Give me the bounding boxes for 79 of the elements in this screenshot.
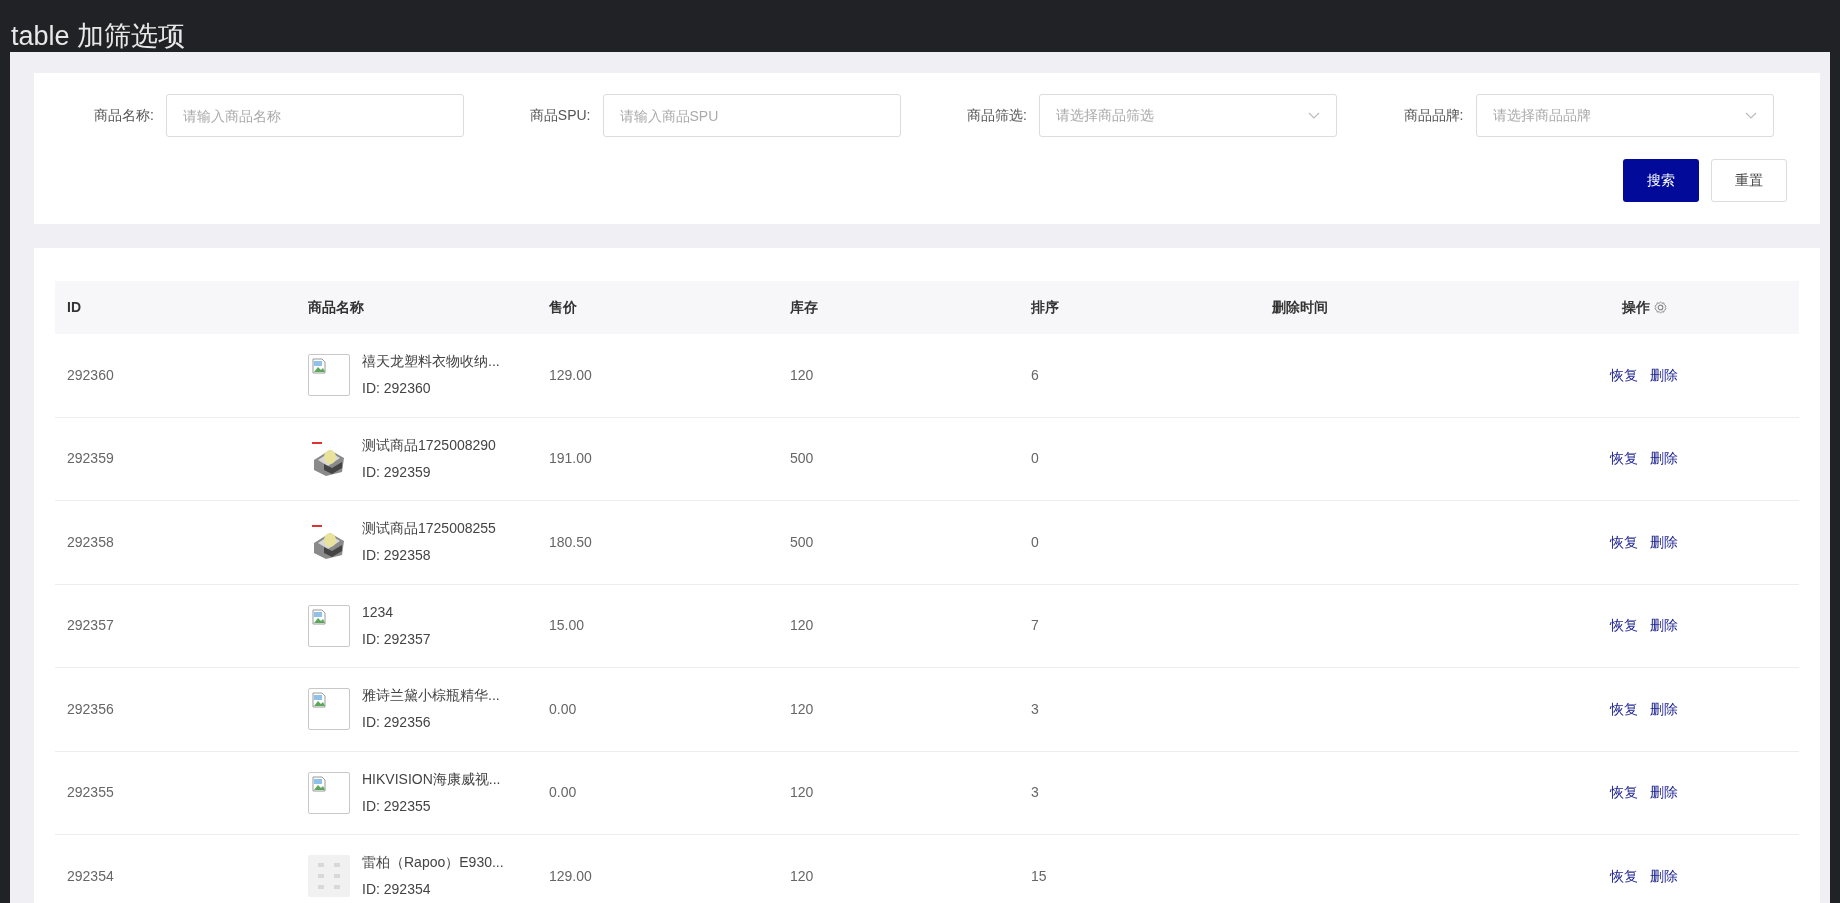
broken-image-icon: [308, 354, 350, 397]
table-cell-text: 120: [789, 866, 815, 886]
table-cell-text: 180.50: [548, 532, 593, 552]
restore-link[interactable]: 恢复: [1610, 531, 1638, 553]
table-cell-text: 129.00: [548, 866, 593, 886]
page-title: table 加筛选项: [11, 23, 186, 50]
delete-link[interactable]: 删除: [1650, 698, 1678, 720]
table-cell-text: 120: [789, 616, 815, 636]
product-id: ID: 292355: [362, 796, 432, 816]
restore-link[interactable]: 恢复: [1610, 698, 1638, 720]
chevron-down-icon: [1744, 111, 1757, 120]
product-id: ID: 292359: [362, 462, 432, 482]
table-cell-text: 500: [789, 449, 815, 469]
table-cell-text: 292354: [66, 866, 115, 886]
table-cell-text: 6: [1030, 365, 1040, 385]
restore-link[interactable]: 恢复: [1610, 448, 1638, 470]
delete-link[interactable]: 删除: [1650, 448, 1678, 470]
broken-image-icon: [308, 688, 350, 731]
table-cell-text: 129.00: [548, 365, 593, 385]
table-cell-text: 191.00: [548, 449, 593, 469]
product-name: 雅诗兰黛小棕瓶精华...: [362, 686, 500, 706]
product-id: ID: 292356: [362, 713, 432, 733]
product-name: 禧天龙塑料衣物收纳...: [362, 352, 500, 372]
table-cell-text: 0.00: [548, 699, 578, 719]
table-cell-text: 292358: [66, 532, 115, 552]
table-cell-text: 15: [1030, 866, 1048, 886]
broken-image-icon: [308, 604, 350, 647]
table-cell-text: 3: [1030, 699, 1040, 719]
table-cell-text: 0: [1030, 449, 1040, 469]
product-name: HIKVISION海康威视...: [362, 769, 501, 789]
product-id: ID: 292354: [362, 880, 432, 900]
product-name: 雷柏（Rapoo）E930...: [362, 853, 504, 873]
table-cell-text: 7: [1030, 616, 1040, 636]
input-field[interactable]: 请输入商品名称: [166, 94, 464, 137]
product-id: ID: 292357: [362, 629, 431, 649]
table-cell-text: 120: [789, 699, 815, 719]
product-name: 测试商品1725008290: [362, 435, 496, 455]
delete-link[interactable]: 删除: [1650, 615, 1678, 637]
table-cell-text: 292359: [66, 449, 115, 469]
broken-image-icon: [308, 771, 350, 814]
table-cell-text: 292357: [66, 616, 115, 636]
filter-label: 商品筛选:: [966, 106, 1028, 125]
chevron-down-icon: [1308, 111, 1320, 120]
table-cell-text: 292356: [66, 699, 115, 719]
restore-link[interactable]: 恢复: [1610, 615, 1638, 637]
table-cell-text: 15.00: [548, 616, 586, 636]
table-cell-text: 500: [789, 532, 815, 552]
column-header: 商品名称: [307, 298, 365, 317]
filter-label: 商品品牌:: [1402, 106, 1465, 125]
table-cell-text: 3: [1030, 783, 1040, 803]
column-header: 售价: [548, 298, 578, 317]
settings-icon[interactable]: [1653, 301, 1667, 314]
restore-link[interactable]: 恢复: [1610, 865, 1638, 887]
restore-link[interactable]: 恢复: [1610, 364, 1638, 386]
product-id: ID: 292360: [362, 379, 432, 399]
filter-label: 商品名称:: [93, 106, 155, 125]
delete-link[interactable]: 删除: [1650, 782, 1678, 804]
product-name: 测试商品1725008255: [362, 519, 496, 539]
input-field[interactable]: 请输入商品SPU: [602, 94, 901, 137]
delete-link[interactable]: 删除: [1650, 865, 1678, 887]
column-header: 库存: [789, 298, 819, 317]
delete-link[interactable]: 删除: [1650, 531, 1678, 553]
table-cell-text: 120: [789, 365, 815, 385]
product-id: ID: 292358: [362, 546, 432, 566]
column-header: 排序: [1030, 298, 1060, 317]
column-header: ID: [66, 298, 82, 317]
delete-link[interactable]: 删除: [1650, 364, 1678, 386]
column-header: 操作: [1621, 298, 1650, 317]
product-name: 1234: [362, 602, 395, 622]
table-cell-text: 292360: [66, 365, 115, 385]
table-cell-text: 292355: [66, 783, 115, 803]
column-header: 删除时间: [1271, 298, 1329, 317]
search-button[interactable]: 搜索: [1623, 159, 1699, 202]
restore-link[interactable]: 恢复: [1610, 782, 1638, 804]
table-cell-text: 0.00: [548, 783, 578, 803]
filter-label: 商品SPU:: [528, 106, 592, 125]
reset-button[interactable]: 重置: [1711, 159, 1787, 202]
table-cell-text: 0: [1030, 532, 1040, 552]
table-cell-text: 120: [789, 783, 815, 803]
